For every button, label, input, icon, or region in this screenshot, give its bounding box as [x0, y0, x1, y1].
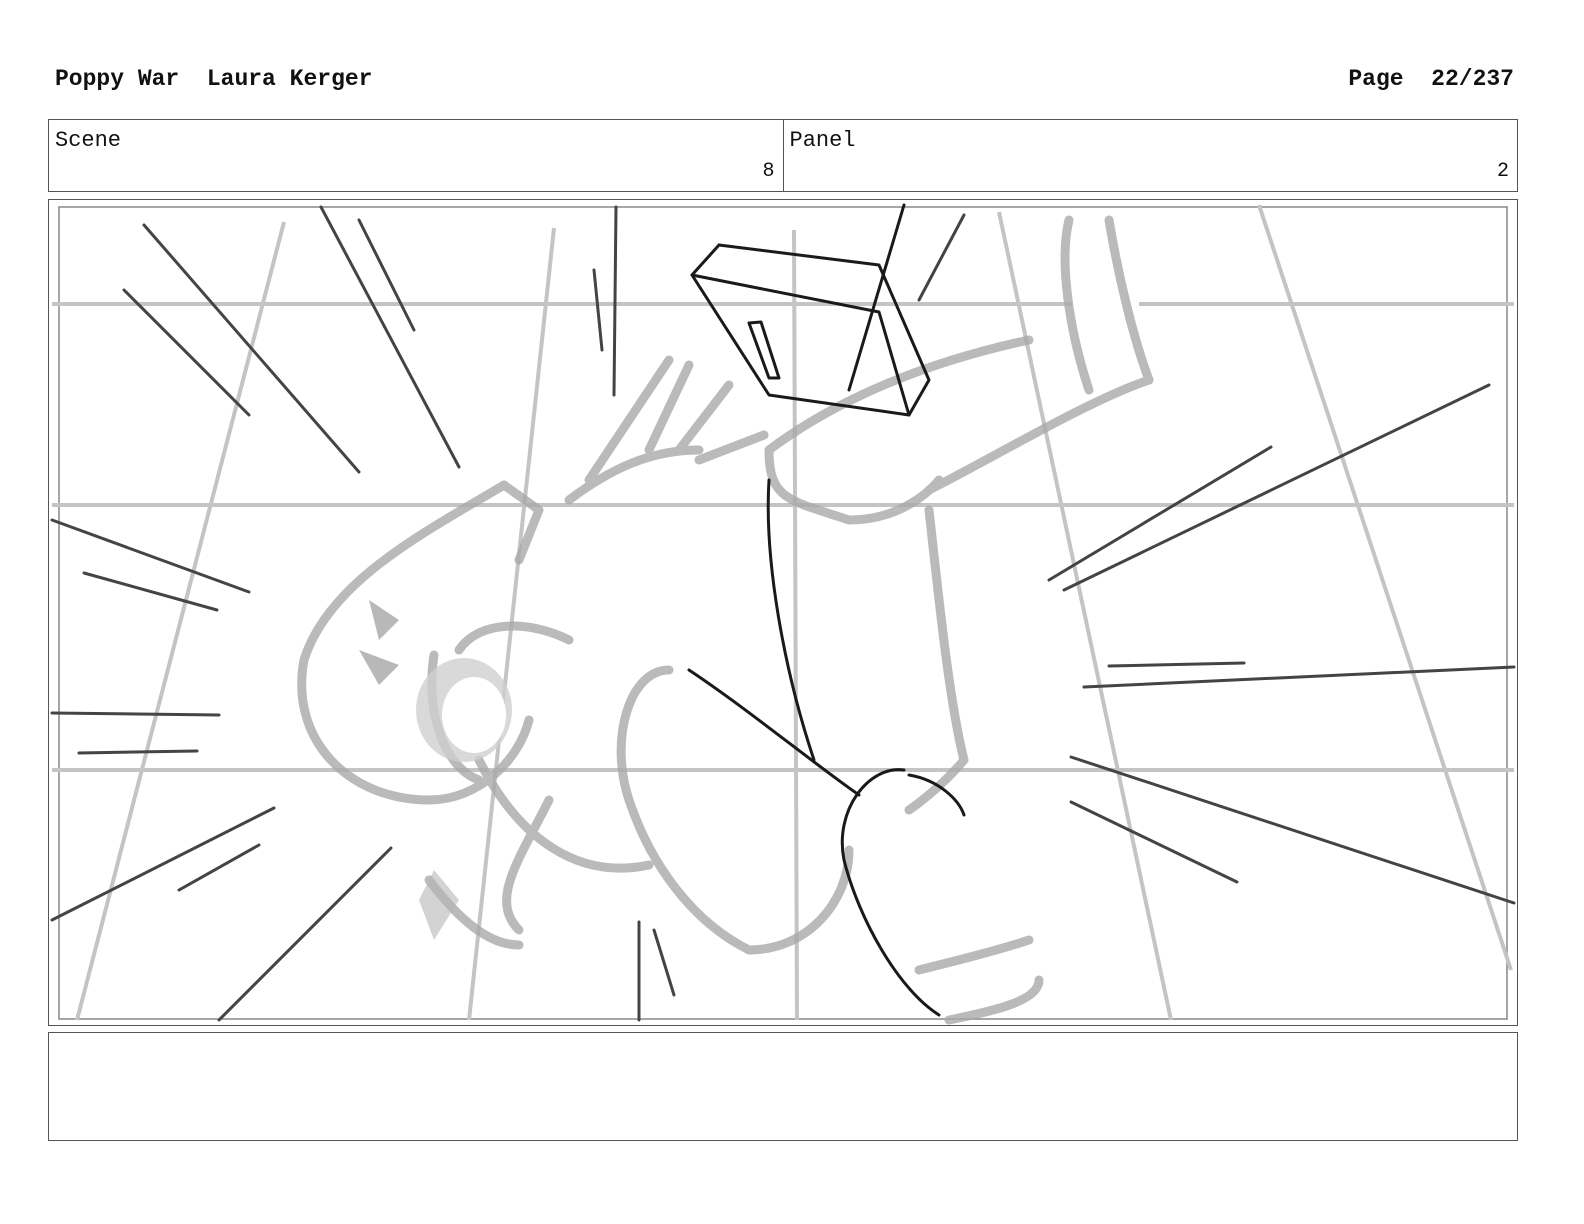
- ink-lines: [687, 203, 966, 1017]
- page-number: 22/237: [1431, 66, 1514, 92]
- panel-notes-box: [48, 1032, 1518, 1141]
- panel-cell: Panel 2: [782, 120, 1518, 191]
- author-name: Laura Kerger: [206, 66, 373, 92]
- page-indicator: Page 22/237: [1348, 66, 1514, 92]
- project-title: Poppy War: [55, 66, 180, 92]
- scene-number: 8: [762, 160, 775, 183]
- document-title-bar: Poppy War Laura Kerger: [55, 66, 372, 92]
- storyboard-panel: [48, 199, 1518, 1026]
- scene-cell: Scene 8: [49, 120, 783, 191]
- panel-number: 2: [1496, 160, 1509, 183]
- speed-lines: [50, 205, 1516, 1022]
- scene-label: Scene: [55, 128, 122, 153]
- floor-grid: [52, 204, 1514, 1021]
- page-label: Page: [1348, 66, 1404, 92]
- scene-panel-table: Scene 8 Panel 2: [48, 119, 1518, 192]
- storyboard-sketch-image: [50, 203, 1516, 1025]
- panel-label: Panel: [789, 128, 856, 153]
